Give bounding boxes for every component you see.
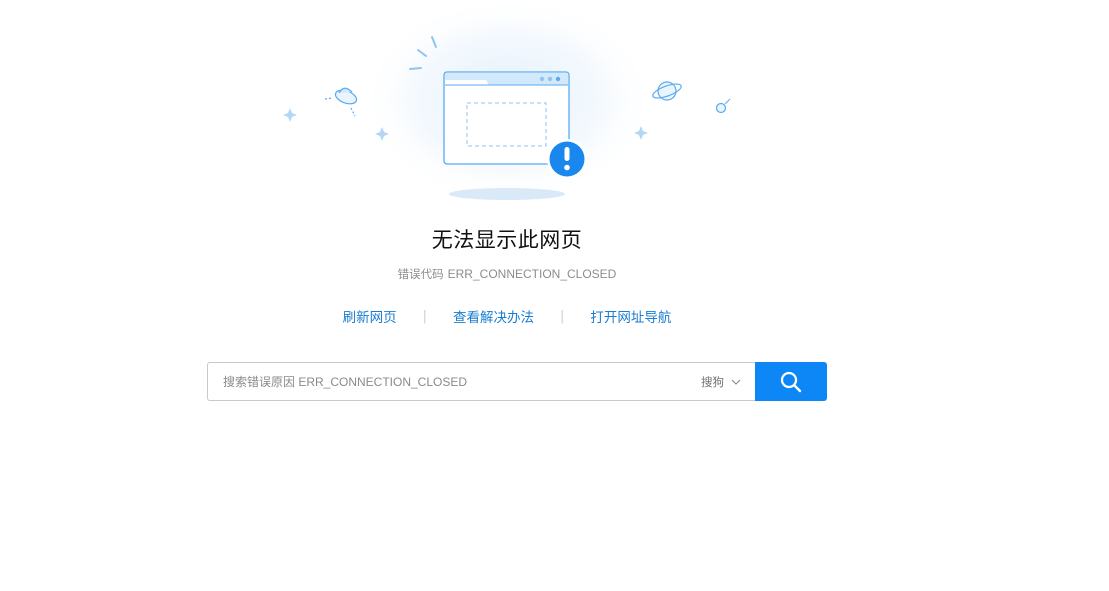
chevron-down-icon bbox=[731, 379, 741, 385]
connection-error-illustration bbox=[283, 0, 731, 205]
separator: | bbox=[422, 308, 427, 324]
exclamation-icon bbox=[547, 139, 587, 179]
error-code: ERR_CONNECTION_CLOSED bbox=[447, 267, 617, 281]
search-engine-label: 搜狗 bbox=[701, 374, 724, 389]
search-input[interactable] bbox=[208, 364, 701, 399]
error-code-label: 错误代码 bbox=[397, 267, 444, 281]
view-solutions-link[interactable]: 查看解决办法 bbox=[453, 306, 534, 326]
meteor-icon bbox=[715, 98, 731, 114]
page-title: 无法显示此网页 bbox=[431, 228, 583, 252]
search-button[interactable] bbox=[755, 362, 827, 401]
error-page: 无法显示此网页 错误代码 ERR_CONNECTION_CLOSED 刷新网页 |… bbox=[0, 0, 1109, 591]
error-code-line: 错误代码 ERR_CONNECTION_CLOSED bbox=[0, 266, 1014, 282]
search-icon bbox=[780, 371, 802, 392]
refresh-page-link[interactable]: 刷新网页 bbox=[343, 306, 397, 326]
search-engine-selector[interactable]: 搜狗 bbox=[701, 374, 755, 390]
ufo-icon bbox=[324, 87, 358, 117]
action-links: 刷新网页 | 查看解决办法 | 打开网址导航 bbox=[0, 306, 1014, 327]
search-box: 搜狗 bbox=[207, 362, 755, 401]
search-bar: 搜狗 bbox=[207, 362, 827, 401]
separator: | bbox=[560, 308, 565, 324]
open-navigation-link[interactable]: 打开网址导航 bbox=[590, 306, 671, 326]
